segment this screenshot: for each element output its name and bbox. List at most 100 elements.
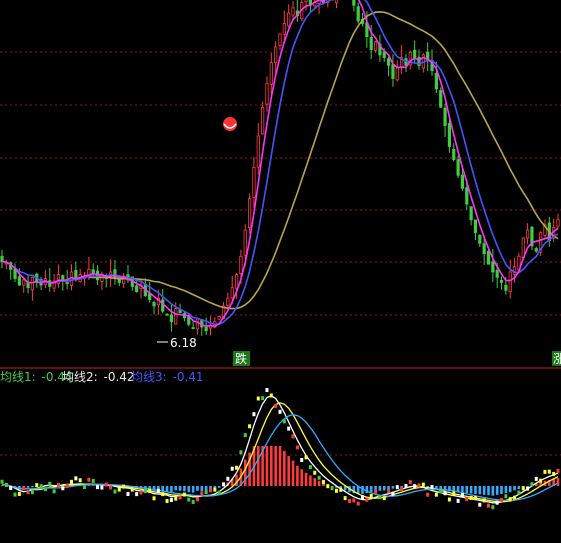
- indicator-dot: [452, 491, 456, 496]
- indicator-bar: [317, 480, 321, 486]
- indicator-dot: [52, 489, 56, 494]
- indicator-dot: [143, 489, 147, 494]
- indicator-bar: [400, 486, 403, 487]
- candle-body: [534, 248, 538, 252]
- indicator-bar: [465, 486, 469, 494]
- candle-body: [525, 229, 530, 239]
- indicator-dot: [395, 485, 399, 490]
- indicator-dot: [291, 434, 295, 439]
- indicator-dot: [191, 499, 195, 504]
- candle-body: [161, 299, 165, 312]
- indicator-bar: [26, 486, 30, 488]
- candle-body: [460, 174, 465, 189]
- indicator-bar: [178, 486, 182, 491]
- indicator-bar: [274, 446, 277, 486]
- indicator-dot: [430, 485, 434, 490]
- candle-body: [391, 64, 395, 79]
- indicator-bar: [217, 486, 221, 488]
- candle-body: [204, 326, 208, 332]
- candle-body: [152, 302, 156, 307]
- indicator-dot: [404, 484, 408, 489]
- indicator-bar: [31, 486, 34, 488]
- indicator-bar: [270, 446, 273, 486]
- indicator-dot: [539, 478, 543, 483]
- indicator-dot: [378, 495, 382, 500]
- candle-body: [230, 287, 234, 299]
- candle-body: [278, 33, 282, 47]
- indicator-dot: [235, 465, 239, 470]
- indicator-dot: [148, 488, 152, 493]
- candle-body: [304, 0, 308, 2]
- candle-body: [369, 36, 373, 51]
- indicator-dot: [30, 490, 34, 495]
- candle-body: [413, 49, 417, 58]
- indicator-dot: [443, 491, 447, 496]
- indicator-dot: [408, 480, 412, 485]
- indicator-dot: [126, 491, 130, 496]
- indicator-dot: [391, 491, 395, 496]
- indicator-dot: [70, 479, 73, 484]
- candle-body: [61, 275, 65, 281]
- indicator-dot: [35, 483, 39, 488]
- indicator-dot: [187, 497, 191, 502]
- candle-body: [287, 12, 291, 27]
- indicator-dot: [339, 487, 343, 492]
- indicator-dot: [9, 485, 13, 490]
- indicator-bar: [313, 478, 317, 486]
- indicator-bar: [369, 486, 373, 493]
- indicator-dot: [195, 497, 199, 502]
- indicator-bar: [291, 460, 295, 486]
- indicator-dot: [222, 482, 226, 487]
- legend-ma1-label: 均线1:: [0, 370, 36, 384]
- indicator-bar: [482, 486, 486, 495]
- candle-body: [334, 0, 339, 4]
- indicator-dot: [413, 484, 417, 489]
- indicator-dot: [269, 393, 273, 398]
- indicator-dot: [100, 485, 104, 490]
- candle-body: [22, 279, 26, 286]
- indicator-dot: [26, 490, 30, 495]
- indicator-dot: [556, 468, 560, 473]
- candle-body: [356, 6, 360, 22]
- indicator-bar: [517, 486, 521, 490]
- indicator-dot: [387, 489, 391, 494]
- candle-body: [291, 7, 295, 16]
- candle-body: [465, 187, 469, 205]
- indicator-bar: [283, 450, 286, 486]
- indicator-dot: [330, 486, 334, 491]
- indicator-dot: [22, 486, 26, 491]
- indicator-dot: [274, 403, 278, 408]
- candle-body: [256, 135, 260, 168]
- candle-body: [17, 276, 21, 286]
- price-candles: [0, 0, 560, 336]
- candle-body: [469, 206, 473, 221]
- indicator-dot: [508, 497, 512, 502]
- indicator-dot: [230, 466, 234, 471]
- indicator-bar: [495, 486, 499, 495]
- indicator-dot: [526, 486, 530, 491]
- indicator-dot: [156, 488, 160, 493]
- indicator-dot: [343, 496, 347, 501]
- indicator-bar: [265, 446, 269, 486]
- candle-body: [247, 198, 252, 229]
- candle-body: [512, 266, 517, 275]
- indicator-dot: [495, 500, 499, 505]
- candle-body: [174, 308, 178, 325]
- indicator-dot: [217, 490, 221, 495]
- candle-body: [491, 261, 495, 273]
- indicator-dot: [465, 497, 469, 502]
- indicator-dot: [417, 483, 421, 488]
- indicator-dot: [243, 433, 247, 438]
- candle-body: [478, 234, 482, 244]
- indicator-dot: [226, 476, 230, 481]
- indicator-bar: [309, 475, 312, 486]
- candle-body: [443, 107, 447, 126]
- indicator-dot: [517, 490, 521, 495]
- indicator-dot: [13, 492, 17, 497]
- indicator-bar: [474, 486, 477, 494]
- candle-body: [447, 123, 452, 147]
- indicator-dot: [213, 487, 217, 492]
- candle-body: [239, 255, 243, 274]
- indicator-bar: [296, 465, 299, 486]
- indicator-dot: [469, 495, 473, 500]
